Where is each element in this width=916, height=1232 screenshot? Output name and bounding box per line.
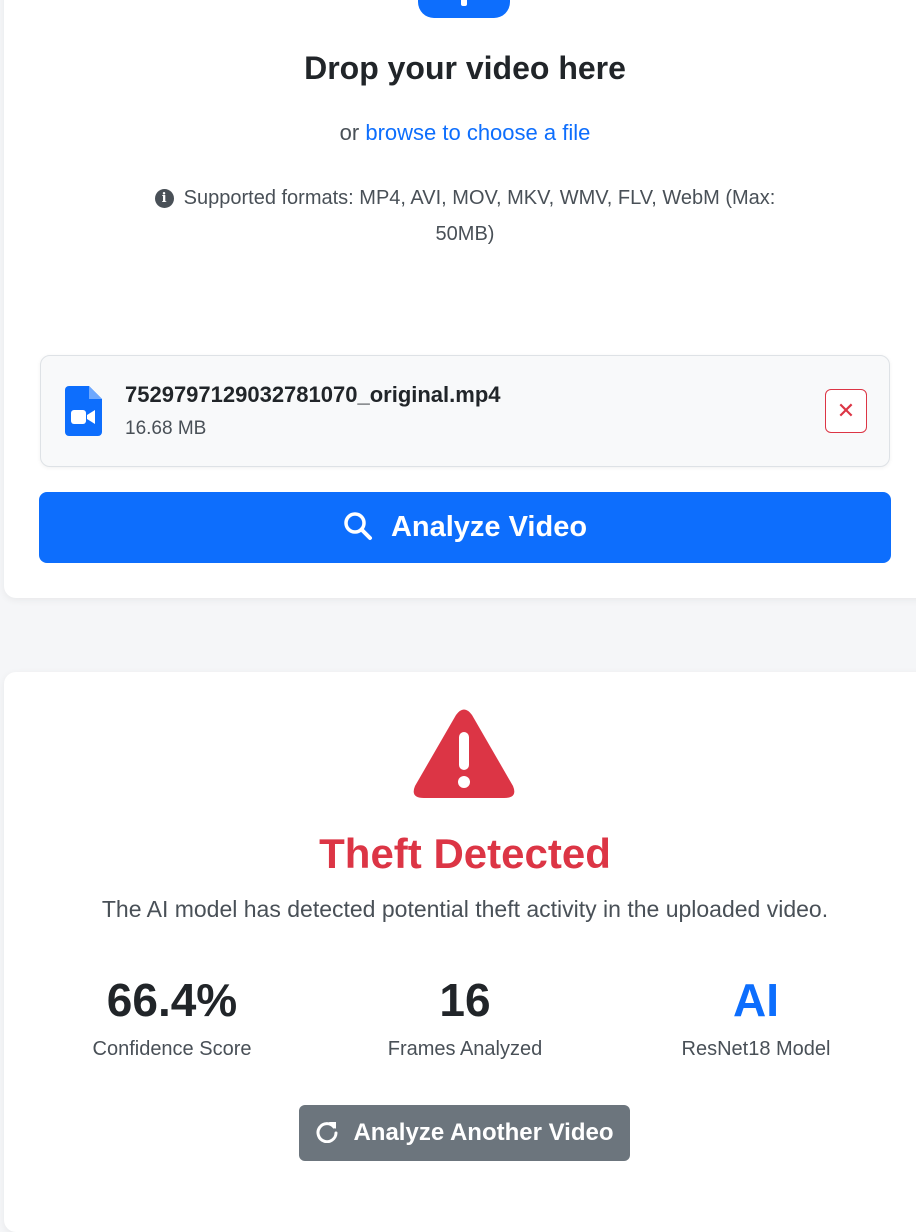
result-status-title: Theft Detected — [319, 830, 611, 877]
analyze-video-button[interactable]: Analyze Video — [39, 492, 891, 563]
browse-line: or browse to choose a file — [0, 120, 916, 146]
stat-value: 16 — [439, 974, 491, 1026]
supported-formats: i Supported formats: MP4, AVI, MOV, MKV, … — [140, 180, 790, 252]
search-icon — [344, 512, 372, 540]
remove-file-button[interactable]: ✕ — [825, 389, 867, 433]
warning-triangle-icon — [413, 709, 515, 798]
drop-zone-title: Drop your video here — [304, 50, 626, 86]
close-icon: ✕ — [836, 398, 856, 423]
stat-frames: 16 Frames Analyzed — [320, 972, 610, 1061]
file-size: 16.68 MB — [125, 418, 207, 439]
analyze-video-label: Analyze Video — [390, 511, 588, 543]
info-circle-icon: i — [154, 189, 174, 208]
selected-file-card: 7529797129032781070_original.mp4 16.68 M… — [40, 355, 890, 467]
redo-icon — [317, 1122, 338, 1144]
file-name: 7529797129032781070_original.mp4 — [125, 382, 501, 407]
stat-confidence: 66.4% Confidence Score — [27, 972, 317, 1061]
stat-model: AI ResNet18 Model — [611, 972, 901, 1061]
browse-file-link[interactable]: browse to choose a file — [365, 120, 590, 145]
analyze-another-video-button[interactable]: Analyze Another Video — [299, 1105, 630, 1161]
supported-formats-text: Supported formats: MP4, AVI, MOV, MKV, W… — [183, 187, 776, 245]
browse-prefix: or — [339, 120, 360, 145]
stat-label: Frames Analyzed — [387, 1038, 543, 1060]
stat-value: AI — [733, 974, 779, 1026]
upload-icon[interactable] — [418, 0, 510, 18]
result-description: The AI model has detected potential thef… — [101, 896, 829, 922]
file-video-icon — [65, 386, 102, 436]
stat-label: Confidence Score — [92, 1038, 252, 1060]
stat-value: 66.4% — [106, 974, 238, 1026]
analyze-another-label: Analyze Another Video — [353, 1119, 614, 1146]
stat-label: ResNet18 Model — [681, 1038, 831, 1060]
